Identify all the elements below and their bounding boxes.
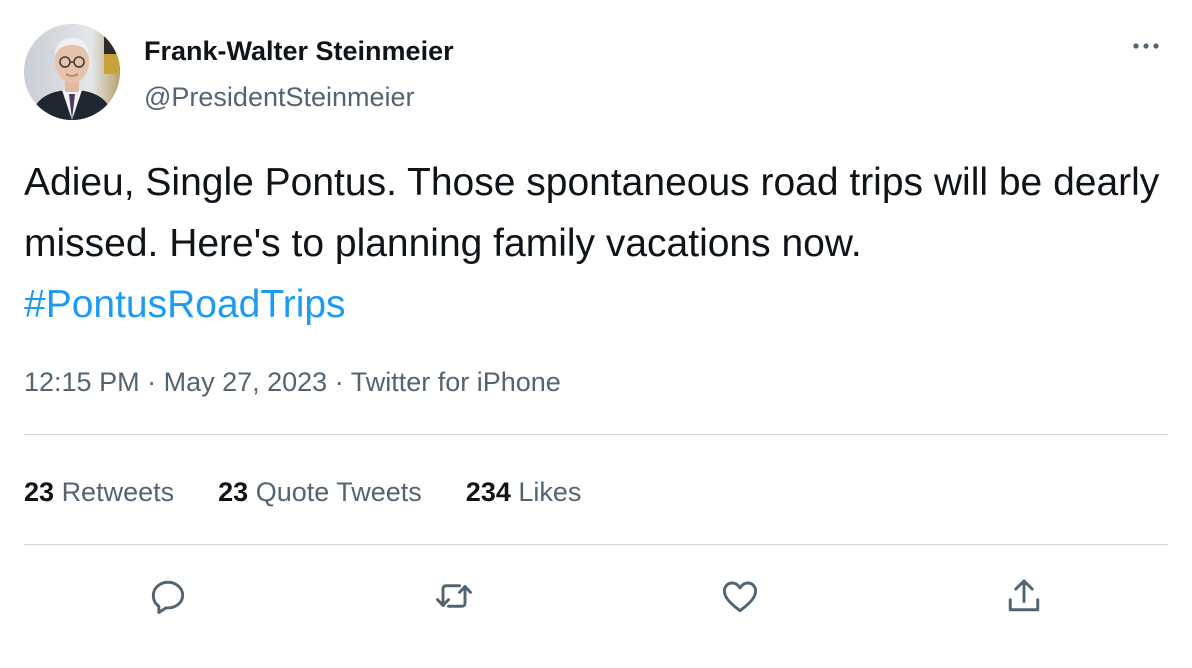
- avatar[interactable]: [24, 24, 120, 120]
- share-button[interactable]: [1002, 574, 1046, 618]
- reply-button[interactable]: [146, 574, 190, 618]
- reply-icon: [151, 580, 185, 614]
- meta-separator: ·: [139, 367, 164, 397]
- tweet-card: Frank-Walter Steinmeier @PresidentSteinm…: [0, 0, 1192, 668]
- hashtag-link[interactable]: #PontusRoadTrips: [24, 283, 346, 326]
- divider: [24, 544, 1168, 545]
- quote-tweets-stat[interactable]: 23 Quote Tweets: [218, 474, 422, 510]
- retweets-stat[interactable]: 23 Retweets: [24, 474, 174, 510]
- likes-label: Likes: [518, 477, 582, 507]
- divider: [24, 434, 1168, 435]
- avatar-image: [24, 24, 120, 120]
- tweet-meta: 12:15 PM · May 27, 2023 · Twitter for iP…: [24, 364, 561, 400]
- author-name[interactable]: Frank-Walter Steinmeier: [144, 34, 454, 68]
- engagement-stats: 23 Retweets 23 Quote Tweets 234 Likes: [24, 474, 625, 510]
- retweets-count: 23: [24, 477, 55, 507]
- author-handle[interactable]: @PresidentSteinmeier: [144, 80, 415, 114]
- tweet-source[interactable]: Twitter for iPhone: [351, 367, 561, 397]
- likes-count: 234: [465, 477, 511, 507]
- retweet-icon: [436, 584, 472, 608]
- more-options-button[interactable]: [1128, 34, 1168, 58]
- like-button[interactable]: [718, 574, 762, 618]
- more-icon: [1133, 43, 1159, 49]
- tweet-time[interactable]: 12:15 PM: [24, 367, 140, 397]
- meta-separator: ·: [327, 367, 351, 397]
- quote-tweets-label: Quote Tweets: [255, 477, 422, 507]
- tweet-text: Adieu, Single Pontus. Those spontaneous …: [24, 152, 1174, 335]
- tweet-date[interactable]: May 27, 2023: [164, 367, 328, 397]
- tweet-body: Adieu, Single Pontus. Those spontaneous …: [24, 161, 1160, 265]
- heart-icon: [722, 581, 758, 613]
- retweet-button[interactable]: [432, 574, 476, 618]
- retweets-label: Retweets: [61, 477, 175, 507]
- quote-tweets-count: 23: [218, 477, 249, 507]
- share-icon: [1008, 579, 1040, 612]
- likes-stat[interactable]: 234 Likes: [466, 474, 582, 510]
